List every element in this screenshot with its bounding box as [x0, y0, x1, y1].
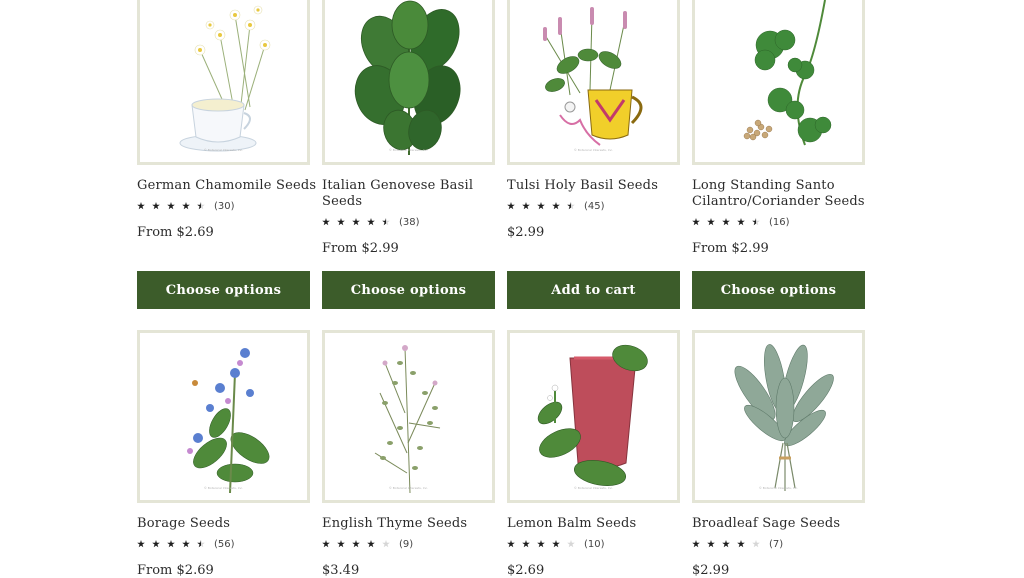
star-half-icon — [752, 218, 760, 226]
star-full-icon — [692, 540, 700, 548]
star-full-icon — [692, 218, 700, 226]
star-empty-icon — [382, 540, 390, 548]
star-rating[interactable]: (30) — [137, 200, 235, 212]
review-count: (45) — [584, 200, 605, 212]
product-image-link[interactable] — [692, 0, 865, 165]
image-watermark: © Botanical Interests, Inc. — [573, 486, 614, 490]
image-watermark: © Botanical Interests, Inc. — [388, 486, 429, 490]
star-full-icon — [737, 218, 745, 226]
star-half-icon — [567, 202, 575, 210]
add-to-cart-button[interactable]: Add to cart — [507, 271, 680, 309]
product-title[interactable]: Long Standing Santo Cilantro/Coriander S… — [692, 178, 872, 210]
review-count: (10) — [584, 538, 605, 550]
product-title[interactable]: Broadleaf Sage Seeds — [692, 516, 872, 532]
product-price: From $2.69 — [137, 225, 214, 240]
star-half-icon — [197, 202, 205, 210]
star-full-icon — [337, 540, 345, 548]
star-full-icon — [722, 218, 730, 226]
star-rating[interactable]: (9) — [322, 538, 413, 550]
thyme-illustration — [374, 345, 441, 494]
star-full-icon — [352, 540, 360, 548]
star-full-icon — [352, 218, 360, 226]
product-image-link[interactable]: © Botanical Interests, Inc. — [507, 330, 680, 503]
star-full-icon — [167, 540, 175, 548]
star-full-icon — [737, 540, 745, 548]
image-watermark: © Botanical Interests, Inc. — [203, 148, 244, 152]
product-price: $2.99 — [507, 225, 545, 240]
star-empty-icon — [752, 540, 760, 548]
star-rating[interactable]: (45) — [507, 200, 605, 212]
star-full-icon — [707, 540, 715, 548]
star-full-icon — [367, 218, 375, 226]
star-full-icon — [337, 218, 345, 226]
product-title[interactable]: German Chamomile Seeds — [137, 178, 317, 194]
star-rating[interactable]: (16) — [692, 216, 790, 228]
star-full-icon — [322, 540, 330, 548]
chamomile-illustration — [179, 5, 271, 152]
star-full-icon — [137, 202, 145, 210]
product-title[interactable]: Lemon Balm Seeds — [507, 516, 687, 532]
lemon-balm-glass-illustration — [537, 344, 648, 486]
star-rating[interactable]: (10) — [507, 538, 605, 550]
star-empty-icon — [567, 540, 575, 548]
sage-bundle-illustration — [734, 344, 834, 491]
star-full-icon — [182, 202, 190, 210]
product-image-link[interactable]: © Botanical Interests, Inc. — [692, 330, 865, 503]
choose-options-button[interactable]: Choose options — [137, 271, 310, 309]
product-title[interactable]: Borage Seeds — [137, 516, 317, 532]
review-count: (16) — [769, 216, 790, 228]
star-full-icon — [522, 540, 530, 548]
star-full-icon — [152, 202, 160, 210]
star-full-icon — [137, 540, 145, 548]
product-price: From $2.99 — [692, 241, 769, 256]
product-image-link[interactable]: © Botanical Interests, Inc. — [322, 330, 495, 503]
star-full-icon — [552, 540, 560, 548]
star-full-icon — [167, 202, 175, 210]
product-image-link[interactable]: © Botanical Interests, Inc. — [322, 0, 495, 165]
star-half-icon — [197, 540, 205, 548]
star-full-icon — [722, 540, 730, 548]
star-full-icon — [552, 202, 560, 210]
star-half-icon — [382, 218, 390, 226]
image-watermark: © Botanical Interests, Inc. — [758, 486, 799, 490]
review-count: (7) — [769, 538, 784, 550]
product-title[interactable]: Italian Genovese Basil Seeds — [322, 178, 502, 210]
star-full-icon — [522, 202, 530, 210]
star-rating[interactable]: (7) — [692, 538, 783, 550]
choose-options-button[interactable]: Choose options — [692, 271, 865, 309]
review-count: (30) — [214, 200, 235, 212]
cilantro-illustration — [743, 0, 832, 146]
star-full-icon — [507, 540, 515, 548]
basil-illustration — [354, 0, 461, 155]
star-full-icon — [707, 218, 715, 226]
product-image-link[interactable]: © Botanical Interests, Inc. — [137, 0, 310, 165]
product-title[interactable]: English Thyme Seeds — [322, 516, 502, 532]
product-title[interactable]: Tulsi Holy Basil Seeds — [507, 178, 687, 194]
star-full-icon — [537, 540, 545, 548]
review-count: (38) — [399, 216, 420, 228]
star-rating[interactable]: (56) — [137, 538, 235, 550]
star-full-icon — [152, 540, 160, 548]
image-watermark: © Botanical Interests, Inc. — [203, 486, 244, 490]
product-price: From $2.99 — [322, 241, 399, 256]
borage-illustration — [187, 348, 270, 494]
star-full-icon — [367, 540, 375, 548]
image-watermark: © Botanical Interests, Inc. — [388, 148, 429, 152]
star-full-icon — [322, 218, 330, 226]
review-count: (9) — [399, 538, 414, 550]
holy-basil-mug-illustration — [543, 7, 643, 146]
product-image-link[interactable]: © Botanical Interests, Inc. — [507, 0, 680, 165]
choose-options-button[interactable]: Choose options — [322, 271, 495, 309]
review-count: (56) — [214, 538, 235, 550]
star-full-icon — [537, 202, 545, 210]
product-image-link[interactable]: © Botanical Interests, Inc. — [137, 330, 310, 503]
star-full-icon — [507, 202, 515, 210]
star-full-icon — [182, 540, 190, 548]
image-watermark: © Botanical Interests, Inc. — [573, 148, 614, 152]
star-rating[interactable]: (38) — [322, 216, 420, 228]
